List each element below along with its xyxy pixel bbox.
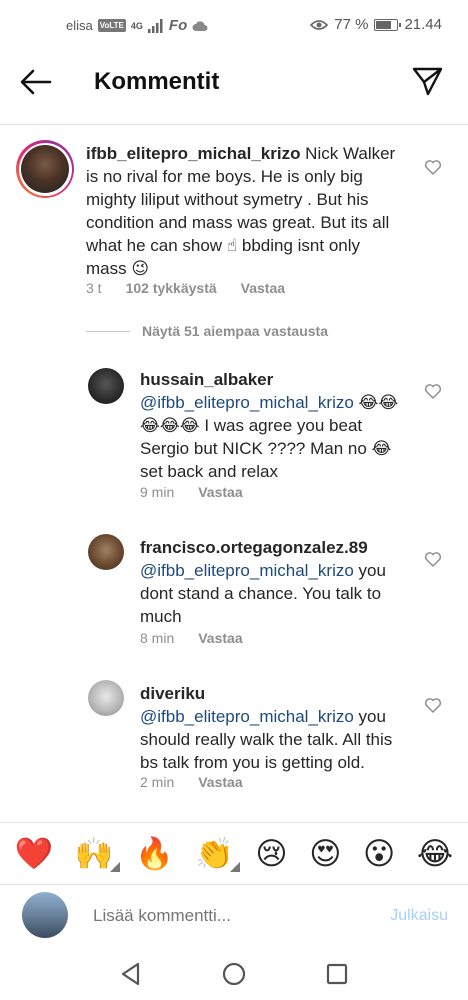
reply-time: 2 min bbox=[140, 774, 175, 790]
story-ring[interactable] bbox=[16, 140, 74, 198]
signal-icon bbox=[147, 18, 163, 33]
avatar[interactable] bbox=[88, 534, 124, 570]
reply-body: diveriku @ifbb_elitepro_michal_krizo you… bbox=[140, 682, 404, 774]
avatar bbox=[22, 892, 68, 938]
network-label: 4G bbox=[130, 20, 143, 31]
reply-username[interactable]: hussain_albaker bbox=[140, 370, 273, 389]
raising-hands-emoji-button[interactable]: 🙌 bbox=[74, 835, 120, 872]
cloud-icon bbox=[192, 20, 208, 31]
reply-time: 9 min bbox=[140, 484, 175, 500]
heart-icon[interactable] bbox=[424, 550, 442, 568]
reply-body: hussain_albaker @ifbb_elitepro_michal_kr… bbox=[140, 368, 404, 483]
view-replies-label: Näytä 51 aiempaa vastausta bbox=[142, 323, 328, 339]
volte-badge: VoLTE bbox=[97, 19, 126, 32]
reply-username[interactable]: diveriku bbox=[140, 684, 205, 703]
clapping-emoji-button[interactable]: 👏 bbox=[195, 835, 240, 872]
carrier-label: elisa bbox=[66, 18, 93, 33]
view-replies-button[interactable]: Näytä 51 aiempaa vastausta bbox=[86, 323, 328, 339]
reply-meta: 2 min Vastaa bbox=[140, 774, 243, 790]
crying-emoji-button[interactable]: 😢 bbox=[255, 838, 287, 870]
status-right: 77 % 21.44 bbox=[310, 16, 442, 33]
comment-time: 3 t bbox=[86, 280, 102, 296]
reply-button[interactable]: Vastaa bbox=[198, 484, 242, 500]
heart-eyes-emoji-button[interactable]: 😍 bbox=[309, 838, 341, 870]
avatar[interactable] bbox=[88, 368, 124, 404]
heart-emoji-button[interactable]: ❤️ bbox=[15, 838, 54, 870]
like-count[interactable]: 102 tykkäystä bbox=[126, 280, 217, 296]
recents-square-icon[interactable] bbox=[324, 961, 350, 987]
reply-meta: 9 min Vastaa bbox=[140, 484, 243, 500]
reply-button[interactable]: Vastaa bbox=[198, 774, 242, 790]
skin-tone-indicator bbox=[109, 861, 120, 872]
eye-icon bbox=[310, 19, 329, 30]
comment-body: ifbb_elitepro_michal_krizo Nick Walker i… bbox=[86, 142, 404, 280]
status-bar: elisa VoLTE 4G Fo 77 % 21.44 bbox=[0, 0, 468, 52]
comment-username[interactable]: ifbb_elitepro_michal_krizo bbox=[86, 144, 300, 163]
heart-icon[interactable] bbox=[424, 158, 442, 176]
raising-hands-emoji: 🙌 bbox=[74, 835, 114, 872]
comment-text: Nick Walker is no rival for me boys. He … bbox=[86, 144, 396, 278]
publish-button[interactable]: Julkaisu bbox=[390, 907, 448, 925]
add-comment-row: Julkaisu bbox=[0, 885, 468, 947]
clapping-emoji: 👏 bbox=[195, 835, 234, 872]
reply-time: 8 min bbox=[140, 630, 175, 646]
skin-tone-indicator bbox=[229, 861, 240, 872]
laughing-emoji-button[interactable]: 😂 bbox=[417, 838, 453, 870]
reply-button[interactable]: Vastaa bbox=[241, 280, 285, 296]
paper-plane-icon[interactable] bbox=[410, 64, 444, 98]
main-comment: ifbb_elitepro_michal_krizo Nick Walker i… bbox=[0, 130, 468, 300]
reply-comment: diveriku @ifbb_elitepro_michal_krizo you… bbox=[0, 674, 468, 804]
view-replies-line bbox=[86, 330, 130, 332]
arrow-left-icon[interactable] bbox=[18, 66, 54, 98]
comment-meta: 3 t 102 tykkäystä Vastaa bbox=[86, 280, 285, 296]
back-triangle-icon[interactable] bbox=[118, 961, 144, 987]
emoji-bar-divider bbox=[0, 822, 468, 823]
reply-comment: francisco.ortegagonzalez.89 @ifbb_elitep… bbox=[0, 528, 468, 658]
clock: 21.44 bbox=[404, 16, 442, 33]
comment-input[interactable] bbox=[93, 906, 353, 926]
reply-body: francisco.ortegagonzalez.89 @ifbb_elitep… bbox=[140, 536, 404, 628]
emoji-bar: ❤️ 🙌 🔥 👏 😢 😍 😮 😂 bbox=[0, 824, 468, 884]
reply-meta: 8 min Vastaa bbox=[140, 630, 243, 646]
avatar[interactable] bbox=[88, 680, 124, 716]
page-title: Kommentit bbox=[94, 68, 220, 95]
header: Kommentit bbox=[0, 52, 468, 114]
reply-comment: hussain_albaker @ifbb_elitepro_michal_kr… bbox=[0, 360, 468, 510]
status-left: elisa VoLTE 4G Fo bbox=[66, 17, 208, 34]
app-badge: Fo bbox=[168, 17, 188, 34]
heart-icon[interactable] bbox=[424, 382, 442, 400]
battery-icon bbox=[374, 18, 402, 31]
reply-button[interactable]: Vastaa bbox=[198, 630, 242, 646]
header-divider bbox=[0, 124, 468, 125]
battery-percent: 77 % bbox=[334, 16, 369, 33]
reply-mention[interactable]: @ifbb_elitepro_michal_krizo bbox=[140, 561, 354, 580]
heart-icon[interactable] bbox=[424, 696, 442, 714]
system-nav-bar bbox=[0, 947, 468, 1000]
surprised-emoji-button[interactable]: 😮 bbox=[363, 838, 395, 870]
fire-emoji-button[interactable]: 🔥 bbox=[135, 838, 174, 870]
home-circle-icon[interactable] bbox=[221, 961, 247, 987]
reply-username[interactable]: francisco.ortegagonzalez.89 bbox=[140, 538, 368, 557]
reply-mention[interactable]: @ifbb_elitepro_michal_krizo bbox=[140, 707, 354, 726]
reply-mention[interactable]: @ifbb_elitepro_michal_krizo bbox=[140, 393, 354, 412]
avatar bbox=[21, 145, 69, 193]
